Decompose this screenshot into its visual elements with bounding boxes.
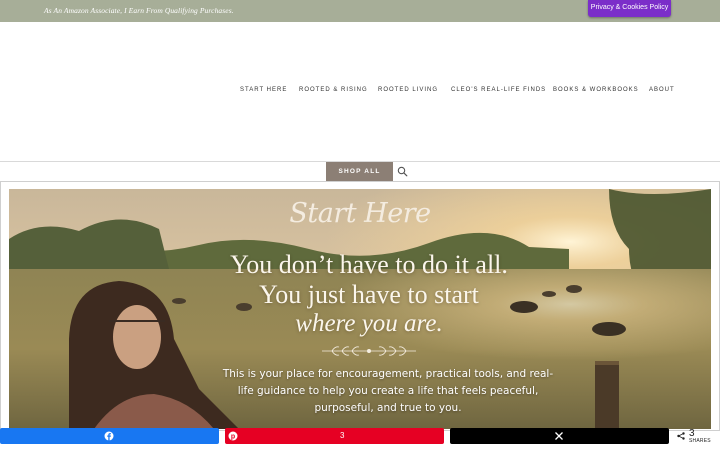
pinterest-icon: p xyxy=(228,431,238,441)
main-nav: START HERE ROOTED & RISING ROOTED LIVING… xyxy=(0,87,720,97)
pinterest-share-button[interactable]: p 3 xyxy=(225,428,444,444)
nav-item-start-here[interactable]: START HERE xyxy=(240,87,287,93)
total-share-count: 3 xyxy=(689,428,695,439)
affiliate-disclosure: As An Amazon Associate, I Earn From Qual… xyxy=(44,6,234,15)
privacy-cookies-button[interactable]: Privacy & Cookies Policy xyxy=(588,0,671,17)
pinterest-share-count: 3 xyxy=(340,431,345,440)
facebook-icon xyxy=(104,431,114,441)
share-icon xyxy=(677,432,685,440)
hero-headline-line-1: You don’t have to do it all. xyxy=(230,250,508,279)
hero-headline-line-3: where you are. xyxy=(295,310,443,337)
nav-item-books-workbooks[interactable]: BOOKS & WORKBOOKS xyxy=(553,87,639,93)
shop-all-button[interactable]: SHOP ALL xyxy=(326,162,393,181)
facebook-share-button[interactable] xyxy=(0,428,219,444)
nav-item-rooted-living[interactable]: ROOTED LIVING xyxy=(378,87,438,93)
search-icon[interactable] xyxy=(397,166,408,177)
hero-script-title: Start Here xyxy=(289,198,431,229)
nav-item-rooted-rising[interactable]: ROOTED & RISING xyxy=(299,87,368,93)
shares-label: SHARES xyxy=(689,438,711,444)
hero-headline-line-2: You just have to start xyxy=(259,280,479,309)
hero-body-text: This is your place for encouragement, pr… xyxy=(222,368,554,414)
laurel-ornament-icon xyxy=(322,346,416,356)
nav-item-real-life-finds[interactable]: CLEO'S REAL-LIFE FINDS xyxy=(451,87,546,93)
svg-text:p: p xyxy=(231,434,235,441)
x-icon xyxy=(555,432,563,440)
x-share-button[interactable] xyxy=(450,428,669,444)
nav-item-about[interactable]: ABOUT xyxy=(649,87,675,93)
